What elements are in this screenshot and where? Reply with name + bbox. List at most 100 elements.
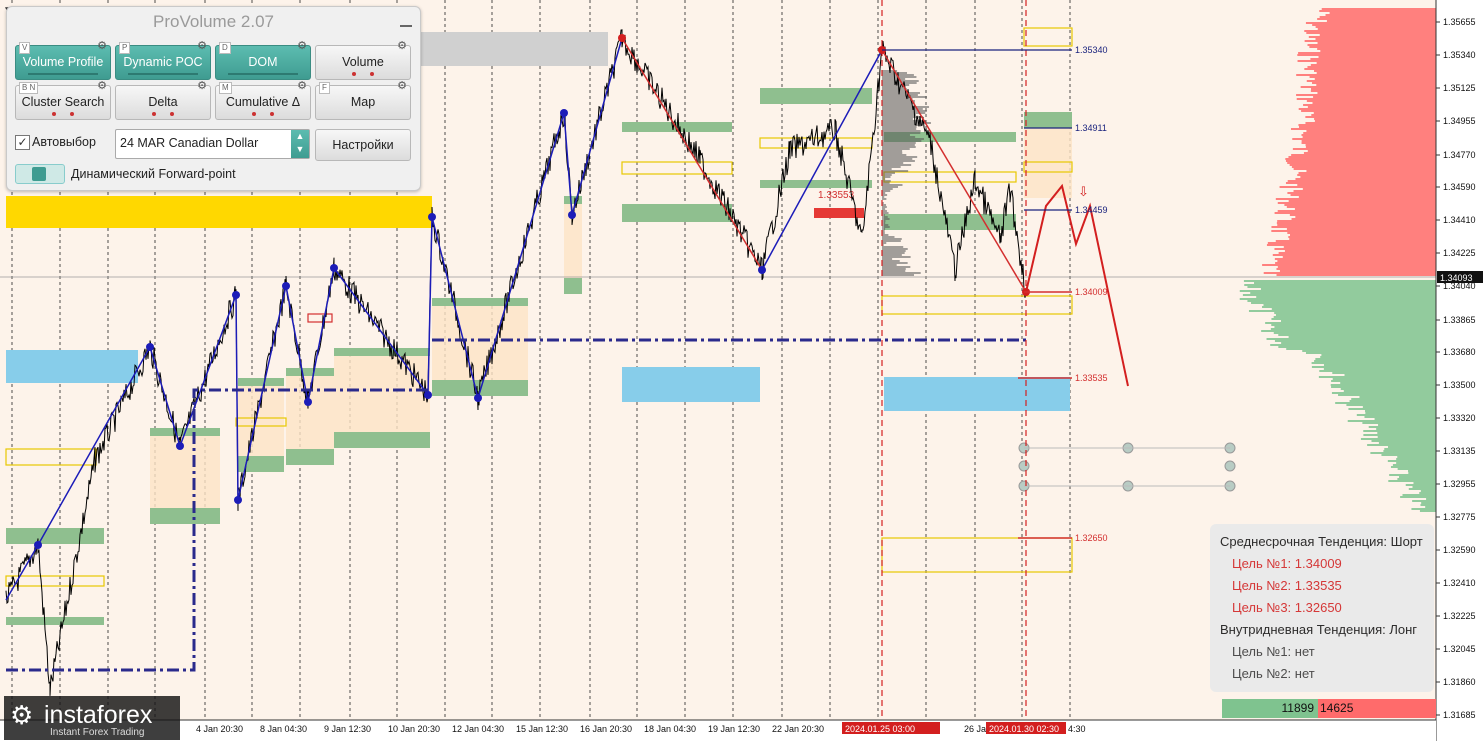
- session-profile-bar: [882, 218, 890, 220]
- session-profile-bar: [882, 266, 911, 268]
- minimize-icon[interactable]: [400, 25, 412, 27]
- gear-icon[interactable]: ⚙: [397, 81, 407, 92]
- session-profile-bar: [882, 78, 906, 80]
- active-indicator: [228, 73, 298, 75]
- panel-button-label: Delta: [148, 95, 178, 109]
- profile-bar-sell: [1272, 254, 1436, 256]
- instrument-select[interactable]: 24 MAR Canadian Dollar ▲ ▼: [115, 129, 310, 159]
- pivot-point: [618, 34, 626, 42]
- profile-bar-sell: [1290, 128, 1436, 130]
- pivot-point: [424, 391, 432, 399]
- instrument-value: 24 MAR Canadian Dollar: [120, 136, 259, 150]
- panel-button-label: Volume: [342, 55, 384, 69]
- volume-zone: [286, 376, 334, 449]
- time-tick-label: 4:30: [1068, 724, 1086, 734]
- session-profile-bar: [882, 190, 891, 192]
- pivot-point: [234, 496, 242, 504]
- value-area-box: [881, 295, 1073, 315]
- profile-bar-sell: [1277, 266, 1436, 268]
- session-profile-bar: [882, 110, 927, 112]
- profile-bar-sell: [1287, 180, 1436, 182]
- profile-bar-buy: [1321, 354, 1436, 356]
- time-tick-label: 10 Jan 20:30: [388, 724, 440, 734]
- value-area-box: [1023, 27, 1073, 47]
- profile-bar-sell: [1297, 174, 1436, 176]
- current-price-label: 1.34093: [1440, 273, 1473, 283]
- session-profile-bar: [882, 262, 908, 264]
- gear-icon[interactable]: ⚙: [197, 81, 207, 92]
- panel-button-7[interactable]: Map F ⚙: [315, 81, 411, 120]
- session-profile-bar: [882, 154, 907, 156]
- pivot-point: [282, 282, 290, 290]
- gear-icon[interactable]: ⚙: [297, 81, 307, 92]
- profile-bar-sell: [1312, 102, 1436, 104]
- profile-bar-sell: [1311, 114, 1436, 116]
- gear-icon[interactable]: ⚙: [97, 81, 107, 92]
- profile-bar-sell: [1305, 146, 1436, 148]
- session-profile-bar: [882, 186, 898, 188]
- volume-zone: [432, 306, 528, 380]
- profile-bar-sell: [1319, 34, 1436, 36]
- forward-point-toggle[interactable]: [15, 164, 65, 184]
- panel-button-3[interactable]: Volume ⚙: [315, 41, 411, 80]
- panel-button-6[interactable]: Cumulative Δ M ⚙: [215, 81, 311, 120]
- intraday-trend: Внутридневная Тенденция: Лонг: [1220, 622, 1418, 637]
- profile-bar-sell: [1309, 46, 1436, 48]
- profile-bar-buy: [1411, 508, 1436, 510]
- price-tick-label: 1.34770: [1443, 150, 1476, 160]
- panel-button-4[interactable]: Cluster Search B N ⚙: [15, 81, 111, 120]
- profile-bar-sell: [1326, 20, 1436, 22]
- panel-button-label: Dynamic POC: [123, 55, 203, 69]
- profile-bar-sell: [1305, 144, 1436, 146]
- hotkey-badge: M: [219, 82, 232, 94]
- profile-bar-buy: [1331, 380, 1436, 382]
- settings-button[interactable]: Настройки: [315, 129, 411, 161]
- profile-bar-buy: [1397, 478, 1436, 480]
- value-area-box: [5, 575, 105, 587]
- gear-icon[interactable]: ⚙: [297, 41, 307, 52]
- price-tick-label: 1.33680: [1443, 347, 1476, 357]
- panel-button-5[interactable]: Delta ⚙: [115, 81, 211, 120]
- target-3: Цель №3: 1.32650: [1232, 600, 1342, 615]
- trend-info-box: Среднесрочная Тенденция: Шорт Цель №1: 1…: [1210, 524, 1434, 692]
- price-tick-label: 1.32955: [1443, 479, 1476, 489]
- target-levels: 1.35340 1.34911 1.34459 1.34009 1.33535 1.326…: [882, 45, 1108, 543]
- profile-bar-buy: [1274, 340, 1436, 342]
- session-profile-bar: [882, 118, 913, 120]
- profile-bar-sell: [1303, 152, 1436, 154]
- profile-bar-buy: [1378, 442, 1436, 444]
- profile-bar-buy: [1270, 328, 1436, 330]
- profile-bar-buy: [1363, 434, 1436, 436]
- profile-bar-sell: [1298, 108, 1436, 110]
- profile-bar-sell: [1298, 124, 1436, 126]
- profile-bar-buy: [1377, 432, 1436, 434]
- session-profile-bar: [882, 240, 901, 242]
- time-tick-label: 18 Jan 04:30: [644, 724, 696, 734]
- profile-bar-buy: [1331, 392, 1436, 394]
- autoselect-checkbox[interactable]: ✓: [15, 135, 30, 150]
- time-tick-label: 22 Jan 20:30: [772, 724, 824, 734]
- spinner-icon[interactable]: ▲ ▼: [291, 130, 309, 158]
- profile-bar-buy: [1351, 398, 1436, 400]
- gear-icon[interactable]: ⚙: [397, 41, 407, 52]
- profile-bar-buy: [1396, 462, 1436, 464]
- profile-bar-buy: [1396, 458, 1436, 460]
- profile-bar-buy: [1250, 292, 1436, 294]
- profile-bar-buy: [1331, 386, 1436, 388]
- session-profile-bar: [882, 204, 887, 206]
- profile-bar-sell: [1288, 200, 1436, 202]
- profile-bar-sell: [1329, 12, 1436, 14]
- panel-button-1[interactable]: Dynamic POC P ⚙: [115, 41, 211, 80]
- profile-bar-sell: [1314, 118, 1436, 120]
- profile-bar-buy: [1364, 410, 1436, 412]
- profile-bar-buy: [1364, 416, 1436, 418]
- panel-button-2[interactable]: DOM D ⚙: [215, 41, 311, 80]
- panel-button-0[interactable]: Volume Profile V ⚙: [15, 41, 111, 80]
- profile-bar-sell: [1276, 274, 1436, 276]
- session-profile-bar: [882, 212, 889, 214]
- profile-bar-buy: [1412, 486, 1436, 488]
- profile-bar-sell: [1313, 96, 1436, 98]
- profile-bar-sell: [1310, 58, 1436, 60]
- gear-icon[interactable]: ⚙: [197, 41, 207, 52]
- gear-icon[interactable]: ⚙: [97, 41, 107, 52]
